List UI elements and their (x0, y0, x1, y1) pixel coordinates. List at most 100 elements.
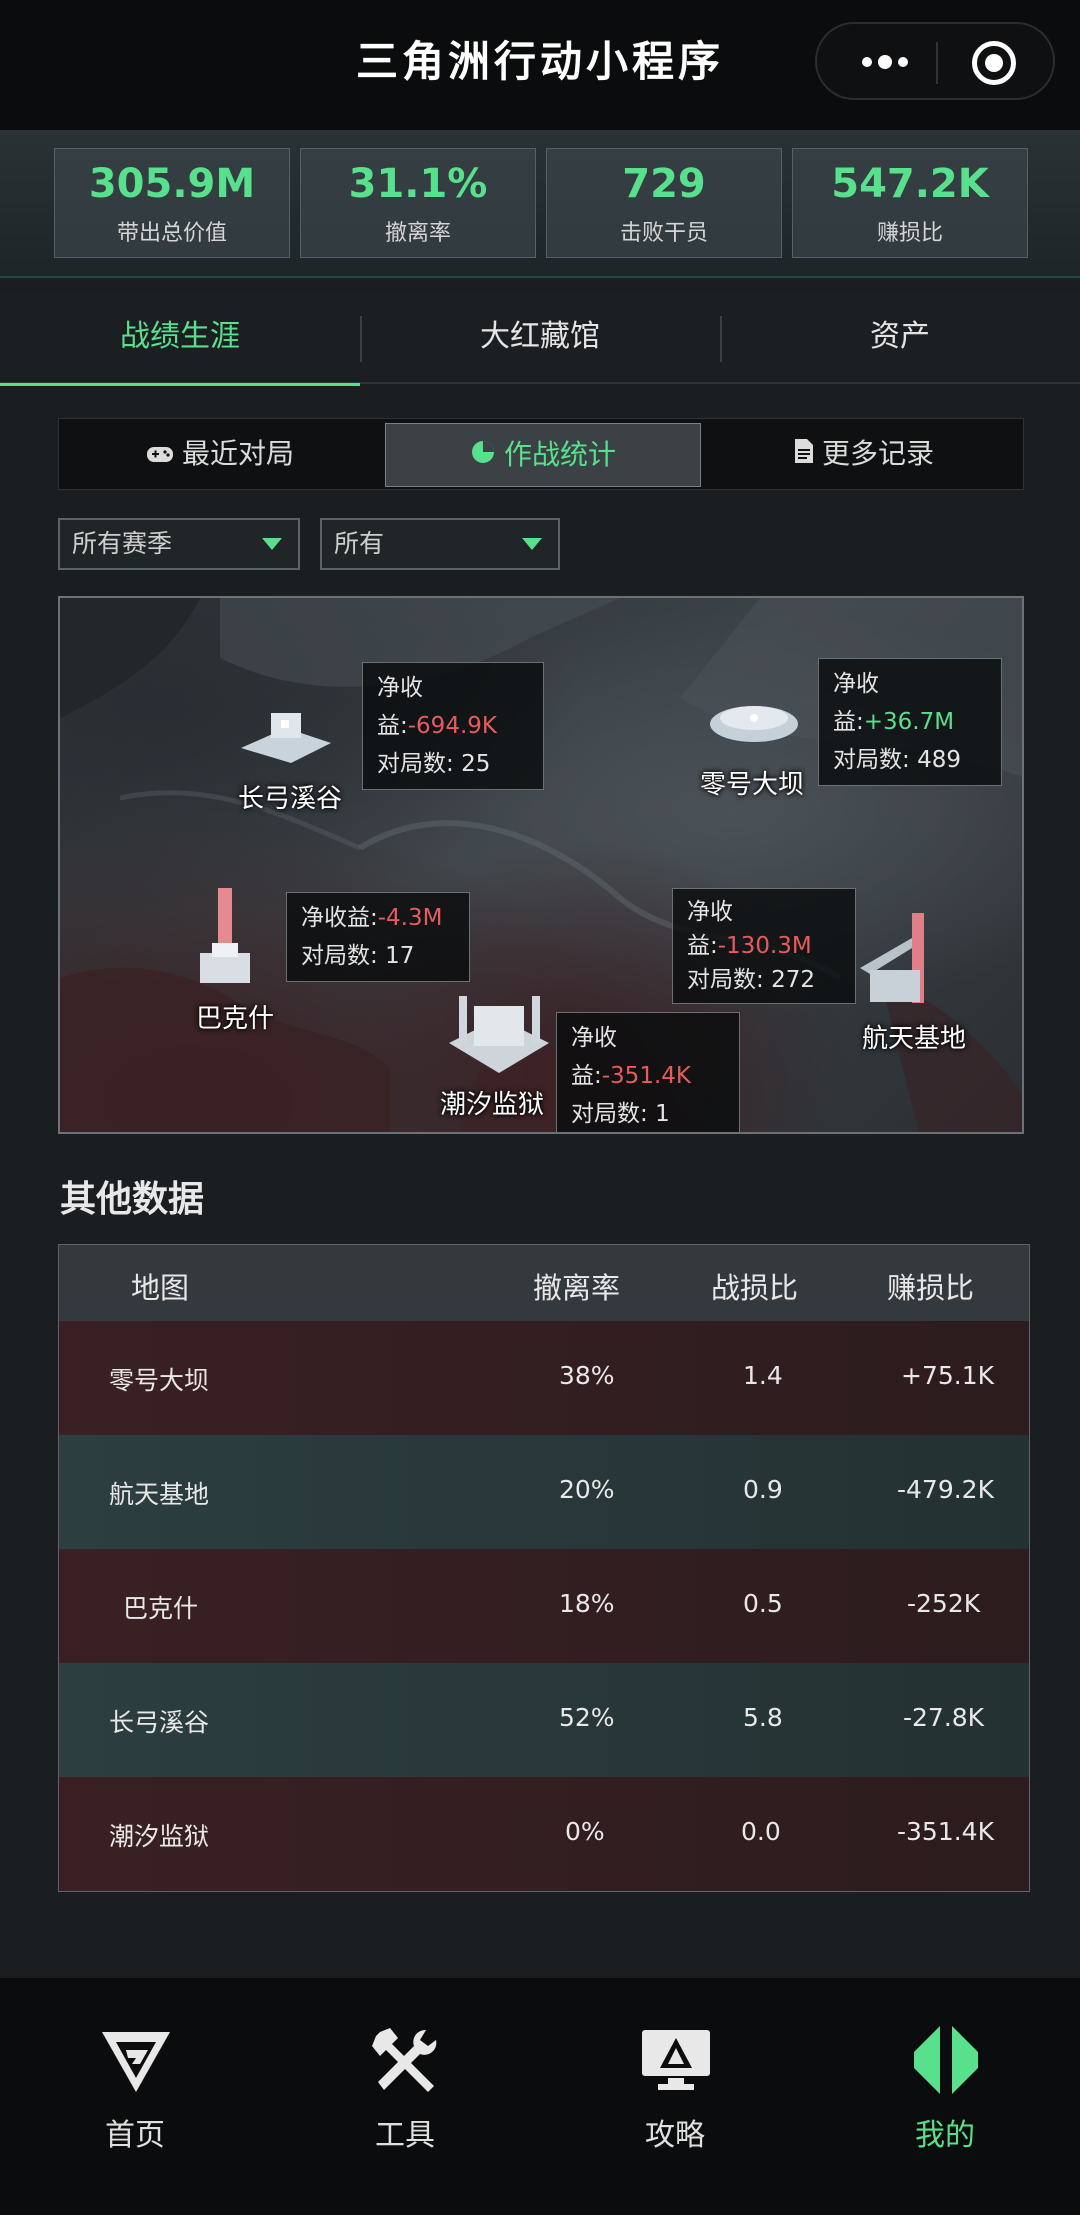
profit-value: -4.3M (377, 905, 443, 931)
cell-kd: 1.4 (743, 1361, 783, 1390)
cell-extract-rate: 52% (559, 1703, 615, 1732)
nav-tools[interactable]: 工具 (270, 1978, 540, 2215)
space-base-building-icon[interactable] (850, 908, 960, 1012)
nav-label: 首页 (105, 2118, 165, 2153)
nav-home[interactable]: 首页 (0, 1978, 270, 2215)
map-label-tidal-prison[interactable]: 潮汐监狱 (440, 1084, 544, 1121)
nav-mine[interactable]: 我的 (810, 1978, 1080, 2215)
profit-label: 益: (687, 933, 718, 959)
bakesh-building-icon[interactable] (190, 888, 260, 992)
cell-extract-rate: 38% (559, 1361, 615, 1390)
subtab-label: 最近对局 (181, 437, 294, 470)
infobox-space-base: 净收 益:-130.3M 对局数: 272 (672, 888, 856, 1004)
cell-extract-rate: 20% (559, 1475, 615, 1504)
table-row[interactable]: 潮汐监狱 0% 0.0 -351.4K (59, 1777, 1029, 1891)
stat-profit-ratio: 547.2K 赚损比 (792, 148, 1028, 258)
season-select[interactable]: 所有赛季 (58, 518, 300, 570)
cell-map: 航天基地 (109, 1480, 210, 1509)
monitor-guide-icon (640, 2024, 712, 2096)
matches-label: 对局数: (571, 1101, 648, 1127)
cell-map: 长弓溪谷 (109, 1708, 210, 1737)
infobox-changgong: 净收益:-694.9K 对局数: 25 (362, 662, 544, 790)
more-menu-icon[interactable] (847, 44, 922, 80)
cell-profit-ratio: -27.8K (903, 1703, 985, 1732)
capsule-divider (936, 42, 938, 84)
infobox-bakesh: 净收益:-4.3M 对局数: 17 (286, 892, 470, 982)
bottom-nav: 首页 工具 攻略 我的 (0, 1978, 1080, 2215)
close-target-icon[interactable] (972, 41, 1016, 85)
profit-value: +36.7M (863, 709, 955, 735)
stat-value: 305.9M (88, 161, 256, 207)
header-extract-rate: 撤离率 (533, 1271, 621, 1305)
cell-profit-ratio: -351.4K (897, 1817, 994, 1846)
zero-dam-building-icon[interactable] (706, 694, 802, 754)
nav-guide[interactable]: 攻略 (540, 1978, 810, 2215)
stat-label: 赚损比 (876, 221, 943, 246)
subtab-label: 更多记录 (821, 437, 934, 470)
sub-tabs: 最近对局 作战统计 更多记录 (58, 418, 1024, 490)
nav-label: 我的 (915, 2118, 975, 2153)
infobox-tidal-prison: 净收益:-351.4K 对局数: 1 (556, 1012, 740, 1132)
cell-kd: 0.0 (741, 1817, 781, 1846)
matches-value: 1 (655, 1101, 670, 1127)
table-row[interactable]: 长弓溪谷 52% 5.8 -27.8K (59, 1663, 1029, 1777)
main-tabs: 战绩生涯 大红藏馆 资产 (0, 292, 1080, 386)
matches-value: 489 (917, 747, 961, 773)
mode-select[interactable]: 所有 (320, 518, 560, 570)
stat-label: 带出总价值 (116, 221, 227, 246)
table-row[interactable]: 航天基地 20% 0.9 -479.2K (59, 1435, 1029, 1549)
header-kd: 战损比 (711, 1271, 799, 1305)
profit-value: -694.9K (407, 713, 497, 739)
mini-program-capsule (815, 22, 1055, 100)
profit-value: -351.4K (601, 1063, 691, 1089)
changgong-valley-building-icon[interactable] (236, 708, 336, 772)
tab-red-collection[interactable]: 大红藏馆 (360, 292, 720, 384)
cell-extract-rate: 0% (565, 1817, 605, 1846)
home-g-logo-icon (100, 2024, 172, 2096)
cell-profit-ratio: +75.1K (901, 1361, 995, 1390)
stat-kills: 729 击败干员 (546, 148, 782, 258)
matches-label: 对局数: (687, 967, 764, 993)
subtab-recent-matches[interactable]: 最近对局 (59, 419, 381, 491)
subtab-more-records[interactable]: 更多记录 (703, 419, 1025, 491)
matches-label: 对局数: (833, 747, 910, 773)
map-label-changgong[interactable]: 长弓溪谷 (238, 778, 342, 815)
stat-total-value: 305.9M 带出总价值 (54, 148, 290, 258)
stat-extract-rate: 31.1% 撤离率 (300, 148, 536, 258)
tab-assets[interactable]: 资产 (720, 292, 1080, 384)
table-row[interactable]: 巴克什 18% 0.5 -252K (59, 1549, 1029, 1663)
tidal-prison-building-icon[interactable] (444, 988, 554, 1082)
header-profit-ratio: 赚损比 (887, 1271, 975, 1305)
cell-extract-rate: 18% (559, 1589, 615, 1618)
matches-value: 25 (461, 751, 491, 777)
map-label-zero-dam[interactable]: 零号大坝 (700, 764, 804, 801)
map-label-space-base[interactable]: 航天基地 (862, 1018, 966, 1055)
other-data-title: 其他数据 (60, 1179, 205, 1220)
cell-kd: 5.8 (743, 1703, 783, 1732)
profit-label: 净收 (687, 899, 733, 925)
stat-value: 729 (622, 161, 706, 207)
subtab-battle-stats[interactable]: 作战统计 (385, 423, 701, 487)
nav-label: 工具 (375, 2118, 435, 2153)
stat-value: 31.1% (348, 161, 488, 207)
stat-value: 547.2K (831, 161, 989, 207)
stat-label: 击败干员 (619, 221, 708, 246)
tab-career[interactable]: 战绩生涯 (0, 292, 360, 386)
cell-map: 潮汐监狱 (109, 1822, 210, 1851)
season-select-value: 所有赛季 (72, 529, 173, 558)
matches-label: 对局数: (301, 943, 378, 969)
stat-label: 撤离率 (384, 221, 451, 246)
cell-map: 巴克什 (123, 1594, 199, 1623)
top-bar: 三角洲行动小程序 (0, 0, 1080, 130)
profit-value: -130.3M (717, 933, 812, 959)
matches-value: 17 (385, 943, 415, 969)
map-label-bakesh[interactable]: 巴克什 (196, 998, 274, 1035)
stats-bar: 305.9M 带出总价值 31.1% 撤离率 729 击败干员 547.2K 赚… (0, 130, 1080, 278)
matches-label: 对局数: (377, 751, 454, 777)
dropdown-arrow-icon (262, 538, 282, 550)
table-row[interactable]: 零号大坝 38% 1.4 +75.1K (59, 1321, 1029, 1435)
subtab-label: 作战统计 (503, 438, 616, 471)
document-icon (794, 420, 814, 490)
cell-kd: 0.9 (743, 1475, 783, 1504)
infobox-zero-dam: 净收益:+36.7M 对局数: 489 (818, 658, 1002, 786)
